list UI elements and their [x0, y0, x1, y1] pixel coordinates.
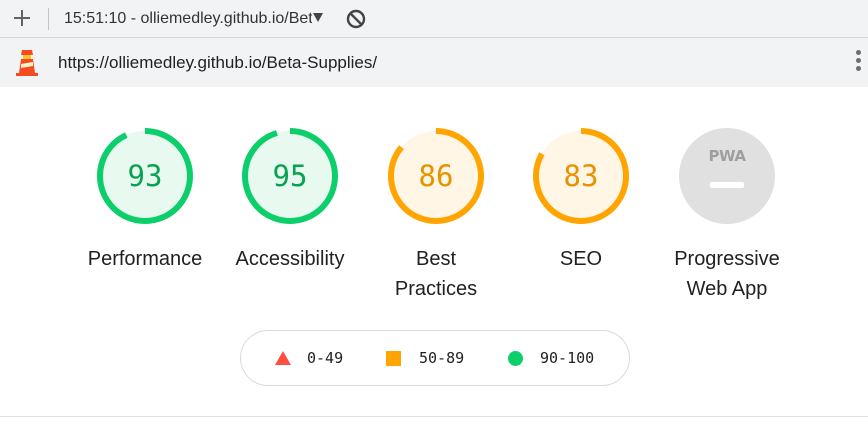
toolbar-divider: [48, 8, 49, 30]
legend-range-fail: 0-49: [307, 349, 344, 367]
score-ring: 83: [533, 128, 629, 224]
score-ring: 86: [388, 128, 484, 224]
score-value: 83: [564, 159, 599, 193]
square-icon: [386, 351, 401, 366]
gauge-seo[interactable]: 83 SEO: [506, 126, 656, 274]
gauge-best-practices[interactable]: 86 Best Practices: [361, 126, 511, 304]
gauge-label-line: Progressive: [674, 248, 780, 270]
legend-range-average: 50-89: [419, 349, 465, 367]
report-toolbar: 15:51:10 - olliemedley.github.io/Beta-Su…: [0, 0, 868, 38]
page-url: https://olliemedley.github.io/Beta-Suppl…: [58, 53, 378, 72]
triangle-icon: [275, 351, 291, 365]
divider: [0, 416, 868, 417]
gauge-accessibility[interactable]: 95 Accessibility: [215, 126, 365, 274]
gauge-pwa[interactable]: PWA Progressive Web App: [652, 126, 802, 304]
gauge-label: Best Practices: [361, 244, 511, 304]
score-ring: 95: [242, 128, 338, 224]
score-value: 93: [128, 159, 163, 193]
score-value: 86: [419, 159, 454, 193]
score-value: 95: [273, 159, 308, 193]
no-entry-icon[interactable]: [346, 9, 366, 29]
more-vertical-icon[interactable]: [856, 50, 866, 76]
gauge-performance[interactable]: 93 Performance: [70, 126, 220, 274]
gauge-label: Progressive Web App: [652, 244, 802, 304]
url-bar: https://olliemedley.github.io/Beta-Suppl…: [0, 38, 868, 87]
report-selector[interactable]: 15:51:10 - olliemedley.github.io/Beta-Su…: [64, 7, 312, 31]
gauge-label: SEO: [559, 248, 603, 270]
caret-down-icon[interactable]: [313, 13, 323, 22]
gauge-label-line: Web App: [686, 278, 768, 300]
circle-icon: [508, 351, 523, 366]
score-scale-legend: 0-49 50-89 90-100: [240, 330, 630, 386]
pwa-badge-text: PWA: [709, 147, 747, 165]
gauge-label: Accessibility: [235, 248, 345, 270]
score-ring: 93: [97, 128, 193, 224]
lighthouse-logo-icon: [16, 50, 38, 76]
gauge-label-line: Practices: [394, 278, 478, 300]
pwa-badge-icon: PWA: [679, 128, 775, 224]
plus-icon[interactable]: [10, 6, 34, 30]
legend-range-pass: 90-100: [540, 349, 595, 367]
gauge-label: Performance: [87, 248, 203, 270]
gauge-label-line: Best: [415, 248, 457, 270]
